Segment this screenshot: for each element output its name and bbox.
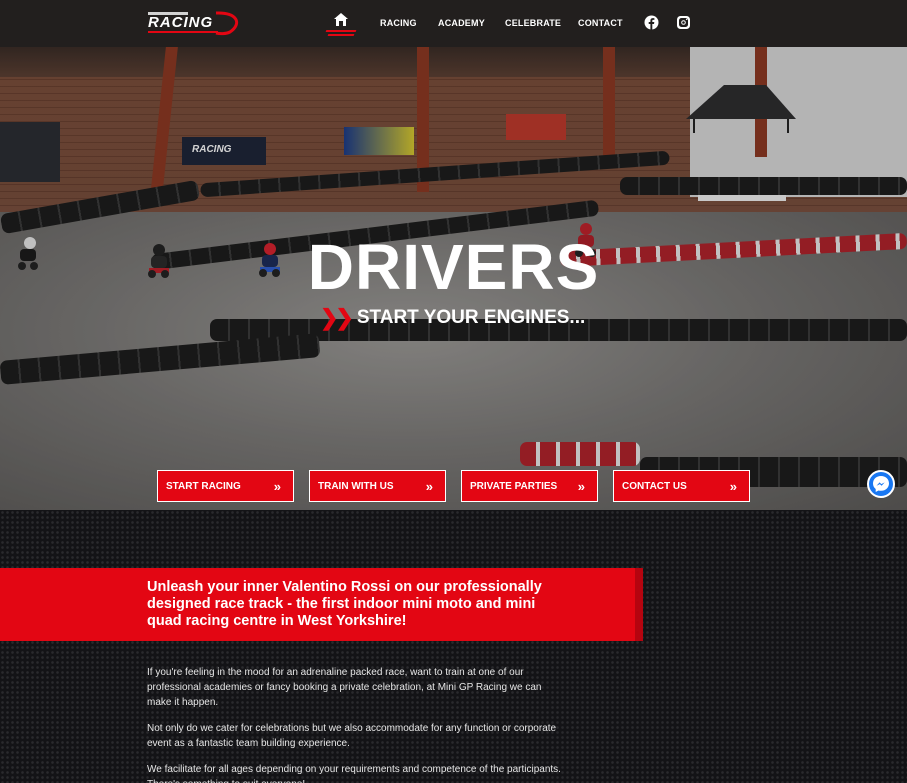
button-label: START RACING [166, 480, 241, 492]
nav-link-contact[interactable]: CONTACT [578, 18, 623, 28]
site-logo[interactable]: RACING [146, 10, 242, 36]
button-label: PRIVATE PARTIES [470, 480, 558, 492]
instagram-icon[interactable] [676, 15, 691, 30]
hero-section: RACING racing DRIVERS ❯❯ START YOUR ENGI… [0, 47, 907, 510]
banner-edge [635, 568, 643, 641]
nav-home-link[interactable] [325, 12, 357, 36]
hero-subtitle: ❯❯ START YOUR ENGINES... [320, 305, 585, 331]
nav-link-racing[interactable]: RACING [380, 18, 417, 28]
hero-subtitle-text: START YOUR ENGINES... [356, 307, 586, 328]
intro-headline-banner: Unleash your inner Valentino Rossi on ou… [0, 568, 643, 641]
messenger-icon [873, 476, 889, 492]
hero-title: DRIVERS [307, 231, 600, 303]
contact-us-button[interactable]: CONTACT US » [613, 470, 750, 502]
start-racing-button[interactable]: START RACING » [157, 470, 294, 502]
intro-paragraph: If you're feeling in the mood for an adr… [147, 667, 542, 708]
double-chevron-icon: ❯❯ [320, 305, 354, 330]
nav-link-academy[interactable]: ACADEMY [438, 18, 485, 28]
facebook-icon[interactable] [644, 15, 659, 30]
intro-paragraph: Not only do we cater for celebrations bu… [147, 723, 557, 749]
double-chevron-right-icon: » [577, 478, 585, 494]
double-chevron-right-icon: » [729, 478, 737, 494]
train-with-us-button[interactable]: TRAIN WITH US » [309, 470, 446, 502]
intro-section: Unleash your inner Valentino Rossi on ou… [0, 510, 907, 783]
nav-link-celebrate[interactable]: CELEBRATE [505, 18, 561, 28]
intro-paragraph: We facilitate for all ages depending on … [147, 764, 561, 783]
double-chevron-right-icon: » [425, 478, 433, 494]
active-indicator-secondary [327, 34, 355, 36]
top-navigation: RACING RACING ACADEMY CELEBRATE CONTACT [0, 0, 907, 47]
messenger-chat-button[interactable] [867, 470, 895, 498]
double-chevron-right-icon: » [273, 478, 281, 494]
intro-headline: Unleash your inner Valentino Rossi on ou… [147, 579, 542, 629]
home-icon [334, 13, 348, 26]
private-parties-button[interactable]: PRIVATE PARTIES » [461, 470, 598, 502]
active-indicator [325, 30, 357, 32]
logo-wordmark: RACING [148, 14, 214, 31]
button-label: TRAIN WITH US [318, 480, 394, 492]
button-label: CONTACT US [622, 480, 687, 492]
